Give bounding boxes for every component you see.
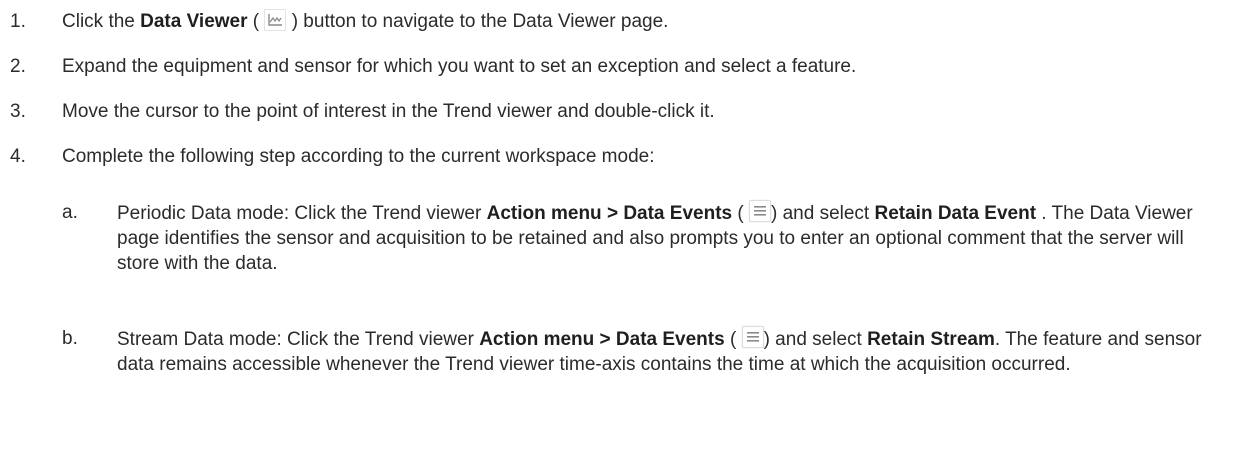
- menu-lines-icon: [741, 326, 764, 348]
- instruction-document: 1. Click the Data Viewer ( ) button to n…: [0, 0, 1234, 458]
- menu-lines-icon: [748, 200, 771, 222]
- substep-letter: b.: [62, 328, 78, 349]
- action-menu-label: Action menu > Data Events: [479, 329, 725, 350]
- retain-stream-label: Retain Stream: [867, 329, 995, 350]
- data-viewer-label: Data Viewer: [140, 11, 248, 32]
- substep-text: Periodic Data mode: Click the Trend view…: [117, 200, 1220, 276]
- step-number: 4.: [10, 146, 26, 167]
- step-number: 1.: [10, 11, 26, 32]
- data-viewer-icon: [264, 9, 287, 31]
- step-text: Click the Data Viewer ( ) button to navi…: [62, 9, 669, 32]
- step-text: Complete the following step according to…: [62, 146, 655, 167]
- action-menu-label: Action menu > Data Events: [486, 203, 733, 224]
- step-number: 2.: [10, 56, 26, 77]
- step-text: Move the cursor to the point of interest…: [62, 101, 715, 122]
- substep-text: Stream Data mode: Click the Trend viewer…: [117, 326, 1220, 377]
- step-number: 3.: [10, 101, 26, 122]
- retain-data-event-label: Retain Data Event: [874, 203, 1037, 224]
- substep-letter: a.: [62, 202, 78, 223]
- step-text: Expand the equipment and sensor for whic…: [62, 56, 857, 77]
